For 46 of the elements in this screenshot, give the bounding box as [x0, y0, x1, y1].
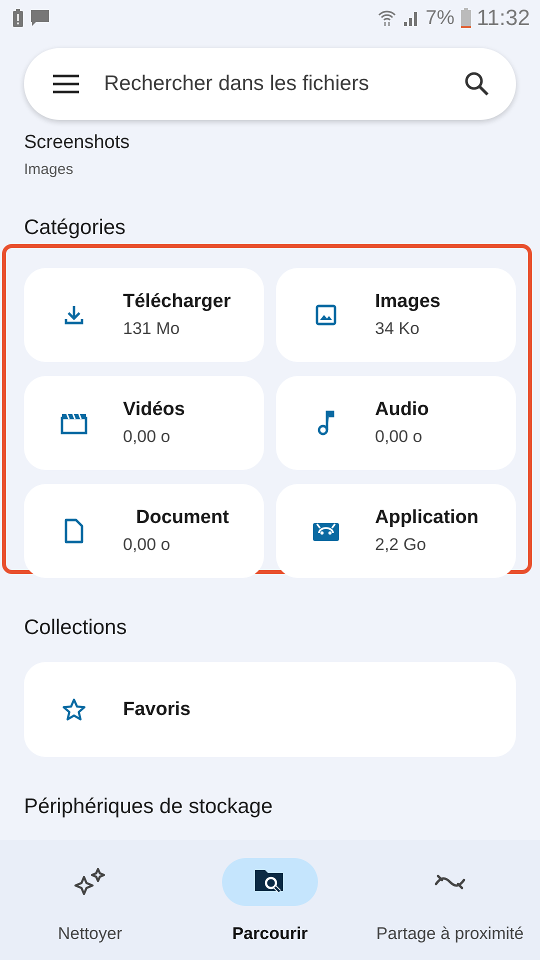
category-card[interactable]: Images 34 Ko	[276, 268, 516, 362]
category-name: Application	[375, 507, 478, 529]
wifi-icon	[378, 9, 396, 27]
category-size: 34 Ko	[375, 319, 420, 339]
category-card[interactable]: Télécharger 131 Mo	[24, 268, 264, 362]
menu-icon[interactable]	[52, 74, 80, 94]
category-size: 0,00 o	[123, 535, 172, 555]
battery-alert-icon	[12, 9, 24, 27]
category-name: Images	[375, 291, 440, 313]
category-name: Vidéos	[123, 399, 185, 421]
category-size: 2,2 Go	[375, 535, 428, 555]
document-icon	[62, 518, 84, 544]
message-icon	[30, 9, 50, 27]
category-name: Audio	[375, 399, 429, 421]
category-name: Document	[135, 507, 229, 529]
nav-tab[interactable]: Parcourir	[180, 858, 360, 960]
music-note-icon	[316, 410, 336, 436]
section-title: Périphériques de stockage	[23, 795, 274, 819]
star-icon	[60, 696, 86, 722]
category-size: 0,00 o	[375, 427, 424, 447]
signal-icon	[402, 9, 420, 27]
image-icon	[314, 303, 338, 327]
search-placeholder: Rechercher dans les fichiers	[104, 72, 370, 96]
clapperboard-icon	[60, 411, 88, 435]
android-icon	[312, 520, 340, 542]
category-size: 131 Mo	[123, 319, 181, 339]
nav-tab[interactable]: Partage à proximité	[360, 858, 540, 960]
search-bar[interactable]: Rechercher dans les fichiers	[24, 48, 516, 120]
clock-time: 11:32	[476, 5, 530, 31]
battery-percent: 7%	[426, 6, 455, 30]
category-card[interactable]: Application 2,2 Go	[276, 484, 516, 578]
nav-tab[interactable]: Nettoyer	[0, 858, 180, 960]
folder-title[interactable]: Screenshots	[24, 132, 516, 154]
section-title: Collections	[23, 616, 128, 640]
collection-name: Favoris	[123, 698, 191, 720]
category-size: 0,00 o	[123, 427, 172, 447]
section-title: Catégories	[23, 216, 127, 240]
search-icon[interactable]	[464, 71, 490, 97]
category-name: Télécharger	[123, 291, 231, 313]
collection-card[interactable]: Favoris	[24, 662, 516, 757]
category-card[interactable]: Vidéos 0,00 o	[24, 376, 264, 470]
sparkle-icon	[72, 867, 108, 897]
category-card[interactable]: Audio 0,00 o	[276, 376, 516, 470]
category-card[interactable]: Document 0,00 o	[24, 484, 264, 578]
folder-subtitle: Images	[24, 161, 74, 178]
battery-icon	[460, 8, 471, 28]
